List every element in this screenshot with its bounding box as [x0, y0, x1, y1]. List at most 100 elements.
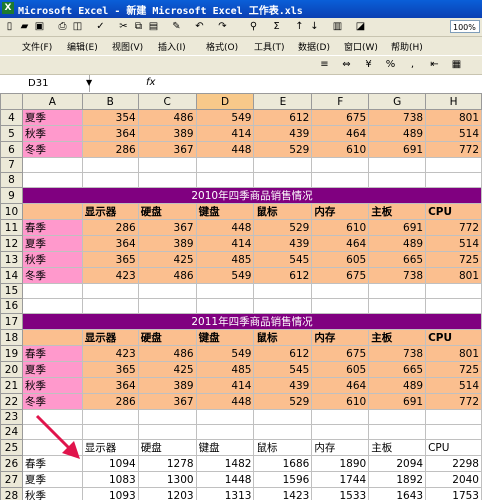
row-header-12[interactable]: 12 [0, 235, 23, 252]
value-cell[interactable]: 738 [368, 109, 427, 126]
value-cell[interactable]: 486 [137, 267, 197, 284]
value-cell[interactable]: 1313 [195, 487, 255, 500]
empty-cell[interactable] [311, 283, 370, 299]
value-cell[interactable]: 365 [81, 361, 139, 378]
empty-cell[interactable] [21, 439, 83, 456]
empty-cell[interactable] [425, 298, 482, 314]
column-title-cell[interactable]: 硬盘 [137, 203, 197, 220]
value-cell[interactable]: 448 [195, 393, 255, 410]
value-cell[interactable]: 354 [81, 109, 139, 126]
column-title-cell[interactable]: 主板 [368, 203, 427, 220]
column-title-cell[interactable]: 显示器 [81, 329, 139, 346]
value-cell[interactable]: 612 [253, 267, 313, 284]
column-title-cell[interactable]: 内存 [311, 329, 370, 346]
redo-icon[interactable]: ↷ [216, 20, 229, 33]
empty-cell[interactable] [368, 424, 427, 440]
print-preview-icon[interactable]: ◫ [71, 20, 84, 33]
value-cell[interactable]: 414 [195, 125, 255, 142]
value-cell[interactable]: 1533 [311, 487, 370, 500]
row-header-26[interactable]: 26 [0, 455, 23, 472]
empty-cell[interactable] [195, 157, 255, 173]
value-cell[interactable]: 423 [81, 267, 139, 284]
value-cell[interactable]: 801 [425, 345, 482, 362]
column-header-c[interactable]: C [137, 93, 197, 110]
value-cell[interactable]: 489 [368, 235, 427, 252]
value-cell[interactable]: 529 [253, 141, 313, 158]
row-header-23[interactable]: 23 [0, 409, 23, 425]
value-cell[interactable]: 605 [311, 251, 370, 268]
column-title-cell[interactable]: 硬盘 [137, 439, 197, 456]
value-cell[interactable]: 1890 [311, 455, 370, 472]
empty-cell[interactable] [368, 298, 427, 314]
value-cell[interactable]: 529 [253, 219, 313, 236]
value-cell[interactable]: 772 [425, 141, 482, 158]
empty-cell[interactable] [137, 409, 197, 425]
value-cell[interactable]: 549 [195, 345, 255, 362]
row-header-7[interactable]: 7 [0, 157, 23, 173]
column-title-cell[interactable]: 主板 [368, 439, 427, 456]
row-header-25[interactable]: 25 [0, 439, 23, 456]
menu-tools[interactable]: 工具(T) [254, 40, 285, 53]
value-cell[interactable]: 367 [137, 393, 197, 410]
season-label-cell[interactable]: 冬季 [21, 393, 83, 410]
zoom-box[interactable]: 100% [450, 20, 480, 33]
chart-wizard-icon[interactable]: ▥ [331, 20, 344, 33]
row-header-27[interactable]: 27 [0, 471, 23, 488]
value-cell[interactable]: 439 [253, 235, 313, 252]
value-cell[interactable]: 1753 [425, 487, 482, 500]
value-cell[interactable]: 675 [311, 109, 370, 126]
spelling-icon[interactable]: ✓ [94, 20, 107, 33]
value-cell[interactable]: 1596 [253, 471, 313, 488]
menu-view[interactable]: 视图(V) [112, 40, 143, 53]
value-cell[interactable]: 691 [368, 141, 427, 158]
paste-icon[interactable]: ▤ [147, 20, 160, 33]
season-label-cell[interactable]: 夏季 [21, 361, 83, 378]
value-cell[interactable]: 464 [311, 377, 370, 394]
row-header-15[interactable]: 15 [0, 283, 23, 299]
empty-cell[interactable] [311, 424, 370, 440]
value-cell[interactable]: 423 [81, 345, 139, 362]
value-cell[interactable]: 612 [253, 345, 313, 362]
column-header-e[interactable]: E [253, 93, 313, 110]
empty-cell[interactable] [253, 409, 313, 425]
value-cell[interactable]: 448 [195, 219, 255, 236]
value-cell[interactable]: 725 [425, 251, 482, 268]
season-label-cell[interactable]: 夏季 [21, 471, 83, 488]
name-box-dropdown-icon[interactable]: ▼ [86, 78, 92, 87]
row-header-28[interactable]: 28 [0, 487, 23, 500]
value-cell[interactable]: 801 [425, 267, 482, 284]
empty-cell[interactable] [253, 283, 313, 299]
season-label-cell[interactable]: 秋季 [21, 125, 83, 142]
column-header-d[interactable]: D [195, 93, 255, 110]
empty-cell[interactable] [137, 157, 197, 173]
value-cell[interactable]: 389 [137, 377, 197, 394]
fx-icon[interactable]: fx [146, 77, 155, 88]
value-cell[interactable]: 529 [253, 393, 313, 410]
save-icon[interactable]: ▣ [33, 20, 46, 33]
sort-ascending-icon[interactable]: ↑ [293, 20, 306, 33]
drawing-icon[interactable]: ◪ [354, 20, 367, 33]
value-cell[interactable]: 772 [425, 219, 482, 236]
value-cell[interactable]: 1083 [81, 471, 139, 488]
comma-icon[interactable]: , [406, 58, 419, 71]
value-cell[interactable]: 464 [311, 125, 370, 142]
column-title-cell[interactable]: 键盘 [195, 439, 255, 456]
row-header-16[interactable]: 16 [0, 298, 23, 314]
season-label-cell[interactable]: 春季 [21, 219, 83, 236]
align-left-icon[interactable]: ≡ [318, 58, 331, 71]
value-cell[interactable]: 2298 [425, 455, 482, 472]
empty-cell[interactable] [368, 409, 427, 425]
row-header-21[interactable]: 21 [0, 377, 23, 394]
empty-cell[interactable] [137, 172, 197, 188]
value-cell[interactable]: 691 [368, 393, 427, 410]
column-title-cell[interactable]: 内存 [311, 203, 370, 220]
value-cell[interactable]: 514 [425, 235, 482, 252]
empty-cell[interactable] [253, 424, 313, 440]
empty-cell[interactable] [368, 172, 427, 188]
column-title-cell[interactable]: CPU [425, 439, 482, 456]
value-cell[interactable]: 439 [253, 125, 313, 142]
value-cell[interactable]: 545 [253, 251, 313, 268]
row-header-4[interactable]: 4 [0, 109, 23, 126]
select-all-corner[interactable] [0, 93, 23, 110]
value-cell[interactable]: 486 [137, 109, 197, 126]
